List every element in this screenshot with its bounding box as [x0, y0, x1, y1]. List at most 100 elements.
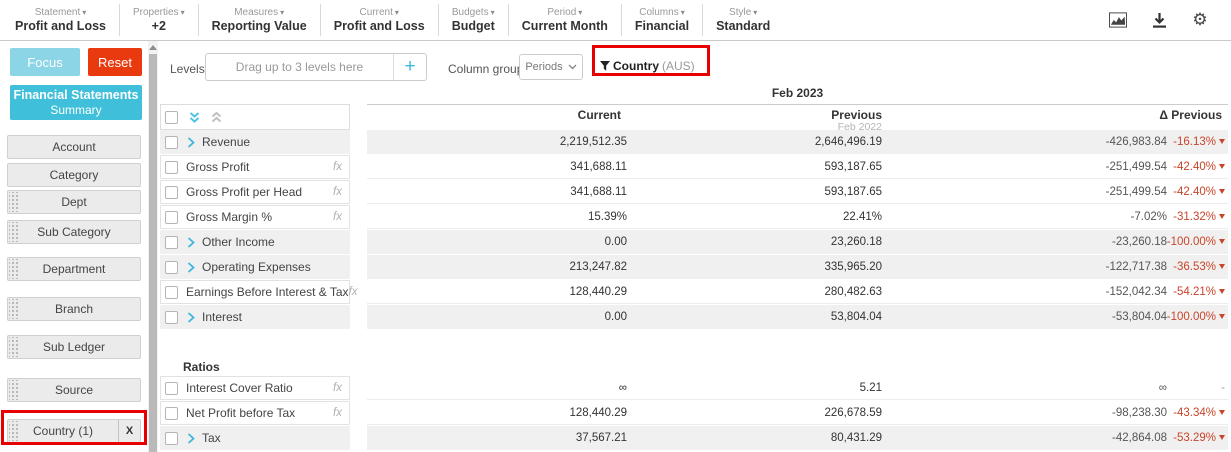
collapse-all-icon[interactable] [210, 111, 223, 124]
level-label: Source [55, 383, 93, 397]
drag-handle-icon[interactable] [9, 337, 20, 357]
drag-handle-icon[interactable] [9, 259, 20, 279]
toolbar-group-columns[interactable]: Columns▾Financial [621, 4, 702, 36]
column-header-current[interactable]: Current [367, 105, 629, 131]
chevron-down-icon: ▾ [491, 8, 495, 17]
drag-handle-icon[interactable] [9, 299, 20, 319]
expand-chevron-icon[interactable] [187, 237, 195, 248]
sidebar-item-branch[interactable]: Branch [7, 297, 141, 321]
row-checkbox[interactable] [165, 161, 178, 174]
row-label-cell: Interest [160, 305, 350, 329]
expand-chevron-icon[interactable] [187, 312, 195, 323]
column-header-delta-previous[interactable]: Δ Previous [884, 105, 1228, 131]
financial-statements-summary-button[interactable]: Financial Statements Summary [10, 85, 142, 120]
drag-handle-icon[interactable] [9, 421, 20, 441]
ratios-section-title: Ratios [183, 360, 220, 374]
toolbar-group-label: Style▾ [716, 6, 770, 19]
settings-gear-icon[interactable]: ⚙︎ [1191, 11, 1209, 29]
select-all-checkbox[interactable] [165, 111, 178, 124]
cell-delta-percent: - [1167, 382, 1228, 394]
row-label-cell: Net Profit before Taxfx [160, 401, 350, 425]
row-label-cell: Gross Profit per Headfx [160, 180, 350, 204]
row-checkbox[interactable] [165, 261, 178, 274]
chevron-down-icon: ▾ [681, 8, 685, 17]
toolbar-group-style[interactable]: Style▾Standard [702, 4, 783, 36]
column-groups-select[interactable]: Periods [519, 54, 583, 80]
toolbar-group-statement[interactable]: Statement▾Profit and Loss [2, 4, 119, 36]
cell-delta: -426,983.84 [884, 136, 1167, 148]
levels-dropzone[interactable]: Drag up to 3 levels here + [205, 53, 427, 81]
scroll-up-icon[interactable] [149, 45, 157, 50]
reset-button[interactable]: Reset [88, 48, 142, 76]
row-values: 2,219,512.352,646,496.19-426,983.84-16.1… [367, 130, 1228, 154]
remove-level-button[interactable]: X [118, 420, 140, 442]
column-header-previous[interactable]: Previous Feb 2022 [629, 105, 884, 131]
drag-handle-icon[interactable] [9, 222, 20, 242]
expand-all-icon[interactable] [188, 111, 201, 124]
arrow-down-icon [1219, 410, 1225, 415]
cell-previous: 53,804.04 [629, 311, 884, 323]
toolbar-group-properties[interactable]: Properties▾+2 [119, 4, 198, 36]
formula-icon: fx [349, 286, 358, 298]
row-values: 0.0053,804.04-53,804.04-100.00% [367, 305, 1228, 329]
sidebar-item-sub-ledger[interactable]: Sub Ledger [7, 335, 141, 359]
table-row: Tax37,567.2180,431.29-42,864.08-53.29% [160, 426, 1228, 451]
toolbar-group-budgets[interactable]: Budgets▾Budget [438, 4, 508, 36]
sidebar-item-dept[interactable]: Dept [7, 190, 141, 214]
row-checkbox[interactable] [165, 432, 178, 445]
toolbar-group-value: Current Month [522, 19, 608, 34]
row-label[interactable]: Interest [202, 310, 242, 324]
row-checkbox[interactable] [165, 311, 178, 324]
row-label[interactable]: Other Income [202, 235, 275, 249]
row-checkbox[interactable] [165, 286, 178, 299]
row-label-cell: Earnings Before Interest & Taxfx [160, 280, 350, 304]
download-icon[interactable] [1150, 11, 1168, 29]
chart-icon[interactable] [1109, 11, 1127, 29]
sidebar-item-account[interactable]: Account [7, 135, 141, 159]
cell-delta: -7.02% [884, 211, 1167, 223]
cell-delta: -152,042.34 [884, 286, 1167, 298]
row-checkbox[interactable] [165, 236, 178, 249]
expand-chevron-icon[interactable] [187, 262, 195, 273]
row-checkbox[interactable] [165, 136, 178, 149]
toolbar-group-value: Budget [452, 19, 495, 34]
toolbar-group-label: Current▾ [334, 6, 425, 19]
expand-chevron-icon[interactable] [187, 137, 195, 148]
table-row: Operating Expenses213,247.82335,965.20-1… [160, 255, 1228, 280]
arrow-down-icon [1219, 189, 1225, 194]
drag-handle-icon[interactable] [9, 192, 20, 212]
vertical-scrollbar[interactable] [148, 41, 158, 452]
row-values: 15.39%22.41%-7.02%-31.32% [367, 205, 1228, 229]
sidebar-item-source[interactable]: Source [7, 378, 141, 402]
row-checkbox[interactable] [165, 407, 178, 420]
sidebar-item-country-active[interactable]: Country (1) X [7, 419, 141, 443]
row-label[interactable]: Operating Expenses [202, 260, 311, 274]
arrow-down-icon [1219, 314, 1225, 319]
cell-delta-percent: -54.21% [1167, 286, 1228, 298]
country-filter-chip[interactable]: Country (AUS) [600, 59, 695, 73]
chevron-down-icon: ▾ [753, 8, 757, 17]
table-row: Interest Cover Ratiofx∞5.21∞- [160, 376, 1228, 401]
sidebar-item-category[interactable]: Category [7, 163, 141, 187]
arrow-down-icon [1219, 264, 1225, 269]
toolbar-group-measures[interactable]: Measures▾Reporting Value [198, 4, 320, 36]
expand-chevron-icon[interactable] [187, 433, 195, 444]
sidebar-item-sub-category[interactable]: Sub Category [7, 220, 141, 244]
toolbar-group-label: Measures▾ [212, 6, 307, 19]
cell-previous: 2,646,496.19 [629, 136, 884, 148]
row-checkbox[interactable] [165, 186, 178, 199]
chevron-down-icon [568, 64, 577, 70]
row-checkbox[interactable] [165, 211, 178, 224]
scrollbar-thumb[interactable] [149, 54, 157, 452]
toolbar-group-current[interactable]: Current▾Profit and Loss [320, 4, 438, 36]
drag-handle-icon[interactable] [9, 380, 20, 400]
row-checkbox[interactable] [165, 382, 178, 395]
table-row: Net Profit before Taxfx128,440.29226,678… [160, 401, 1228, 426]
toolbar-group-period[interactable]: Period▾Current Month [508, 4, 621, 36]
focus-button[interactable]: Focus [10, 48, 80, 76]
row-label[interactable]: Tax [202, 431, 221, 445]
period-group-header: Feb 2023 [367, 86, 1228, 100]
row-label[interactable]: Revenue [202, 135, 250, 149]
sidebar-item-department[interactable]: Department [7, 257, 141, 281]
add-level-button[interactable]: + [393, 54, 426, 80]
